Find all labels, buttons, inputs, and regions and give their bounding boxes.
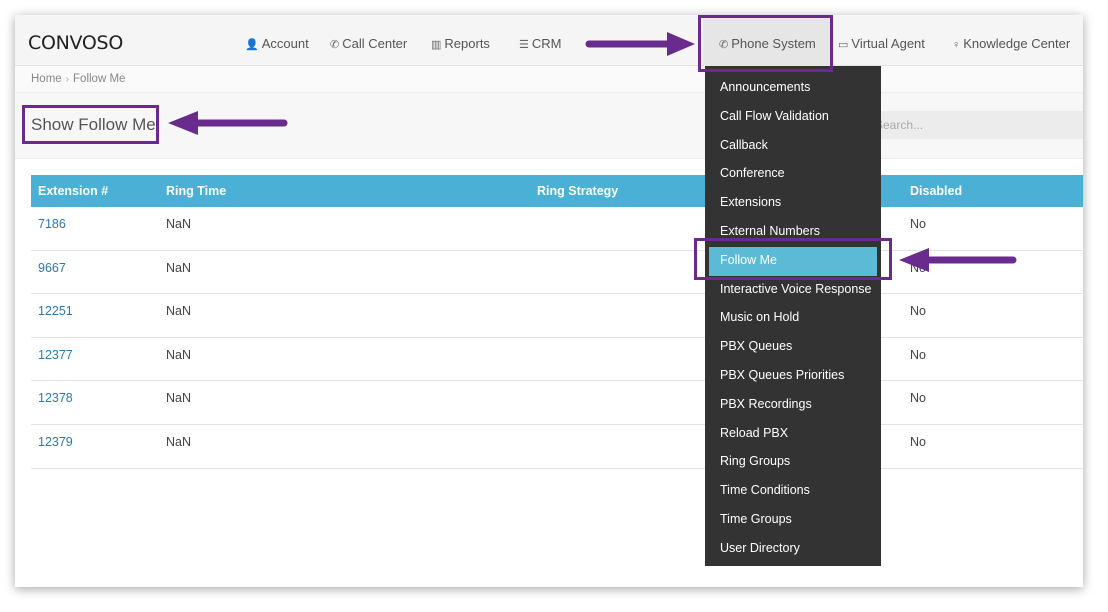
breadcrumb-home[interactable]: Home <box>31 73 62 85</box>
menu-item-announcements[interactable]: Announcements <box>705 74 881 103</box>
monitor-icon: ▭ <box>838 39 849 51</box>
nav-knowledge-center[interactable]: ♀ Knowledge Center <box>952 15 1070 66</box>
ring-time-cell: NaN <box>166 434 192 449</box>
table-row: 12251 NaN No <box>31 294 1083 338</box>
table-row: 12379 NaN No <box>31 425 1083 469</box>
table-row: 12378 NaN No <box>31 381 1083 425</box>
nav-reports[interactable]: ▥ Reports <box>431 15 490 66</box>
menu-item-pbx-recordings[interactable]: PBX Recordings <box>705 391 881 420</box>
menu-item-conference[interactable]: Conference <box>705 160 881 189</box>
follow-me-table: Extension # Ring Time Ring Strategy Disa… <box>31 175 1083 469</box>
extension-link[interactable]: 9667 <box>38 251 66 285</box>
col-disabled[interactable]: Disabled <box>910 175 962 207</box>
table-row: 9667 NaN No <box>31 251 1083 295</box>
user-icon: 👤 <box>245 39 259 51</box>
menu-item-call-flow-validation[interactable]: Call Flow Validation <box>705 103 881 132</box>
menu-item-callback[interactable]: Callback <box>705 132 881 161</box>
nav-crm[interactable]: ☰ CRM <box>519 15 561 66</box>
convoso-logo[interactable]: CONVOSO <box>28 32 123 54</box>
top-navbar: CONVOSO 👤 Account ✆ Call Center ▥ Reports ☰… <box>15 15 1083 66</box>
extension-link[interactable]: 7186 <box>38 207 66 241</box>
extension-link[interactable]: 12379 <box>38 425 73 459</box>
menu-item-time-groups[interactable]: Time Groups <box>705 506 881 535</box>
page-title: Show Follow Me <box>31 115 156 134</box>
ring-time-cell: NaN <box>166 304 192 319</box>
phone-system-dropdown: Announcements Call Flow Validation Callb… <box>705 66 881 566</box>
ring-time-cell: NaN <box>166 391 192 406</box>
page-header: Show Follow Me <box>15 93 1083 159</box>
menu-item-ivr[interactable]: Interactive Voice Response <box>705 276 881 305</box>
menu-item-pbx-queues-priorities[interactable]: PBX Queues Priorities <box>705 362 881 391</box>
nav-call-center[interactable]: ✆ Call Center <box>330 15 407 66</box>
ring-time-cell: NaN <box>166 260 192 275</box>
nav-account[interactable]: 👤 Account <box>245 15 309 66</box>
table-header: Extension # Ring Time Ring Strategy Disa… <box>31 175 1083 207</box>
list-icon: ☰ <box>519 39 529 51</box>
nav-virtual-agent[interactable]: ▭ Virtual Agent <box>838 15 925 66</box>
table-row: 7186 NaN No <box>31 207 1083 251</box>
lightbulb-icon: ♀ <box>952 39 961 51</box>
bar-chart-icon: ▥ <box>431 39 442 51</box>
menu-item-ring-groups[interactable]: Ring Groups <box>705 448 881 477</box>
ring-time-cell: NaN <box>166 347 192 362</box>
extension-link[interactable]: 12377 <box>38 338 73 372</box>
menu-item-music-on-hold[interactable]: Music on Hold <box>705 304 881 333</box>
menu-item-pbx-queues[interactable]: PBX Queues <box>705 333 881 362</box>
breadcrumb-separator: › <box>65 74 70 85</box>
col-extension[interactable]: Extension # <box>38 175 108 207</box>
extension-link[interactable]: 12251 <box>38 294 73 328</box>
disabled-cell: No <box>910 347 926 362</box>
breadcrumb-current: Follow Me <box>73 73 126 85</box>
menu-item-extensions[interactable]: Extensions <box>705 189 881 218</box>
nav-phone-system[interactable]: ✆ Phone System <box>703 15 831 66</box>
disabled-cell: No <box>910 260 926 275</box>
menu-item-reload-pbx[interactable]: Reload PBX <box>705 420 881 449</box>
menu-item-time-conditions[interactable]: Time Conditions <box>705 477 881 506</box>
col-ring-time[interactable]: Ring Time <box>166 175 226 207</box>
phone-icon: ✆ <box>330 39 340 51</box>
search-input[interactable] <box>871 111 1083 139</box>
ring-time-cell: NaN <box>166 217 192 231</box>
col-ring-strategy[interactable]: Ring Strategy <box>537 175 618 207</box>
app-window: CONVOSO 👤 Account ✆ Call Center ▥ Reports ☰… <box>15 15 1083 587</box>
disabled-cell: No <box>910 217 926 231</box>
breadcrumb: Home › Follow Me <box>15 67 1083 93</box>
disabled-cell: No <box>910 304 926 319</box>
menu-item-user-directory[interactable]: User Directory <box>705 535 881 564</box>
table-row: 12377 NaN No <box>31 338 1083 382</box>
extension-link[interactable]: 12378 <box>38 381 73 415</box>
disabled-cell: No <box>910 391 926 406</box>
disabled-cell: No <box>910 434 926 449</box>
menu-item-follow-me[interactable]: Follow Me <box>709 246 877 276</box>
phone-icon: ✆ <box>719 39 729 51</box>
menu-item-external-numbers[interactable]: External Numbers <box>705 218 881 247</box>
